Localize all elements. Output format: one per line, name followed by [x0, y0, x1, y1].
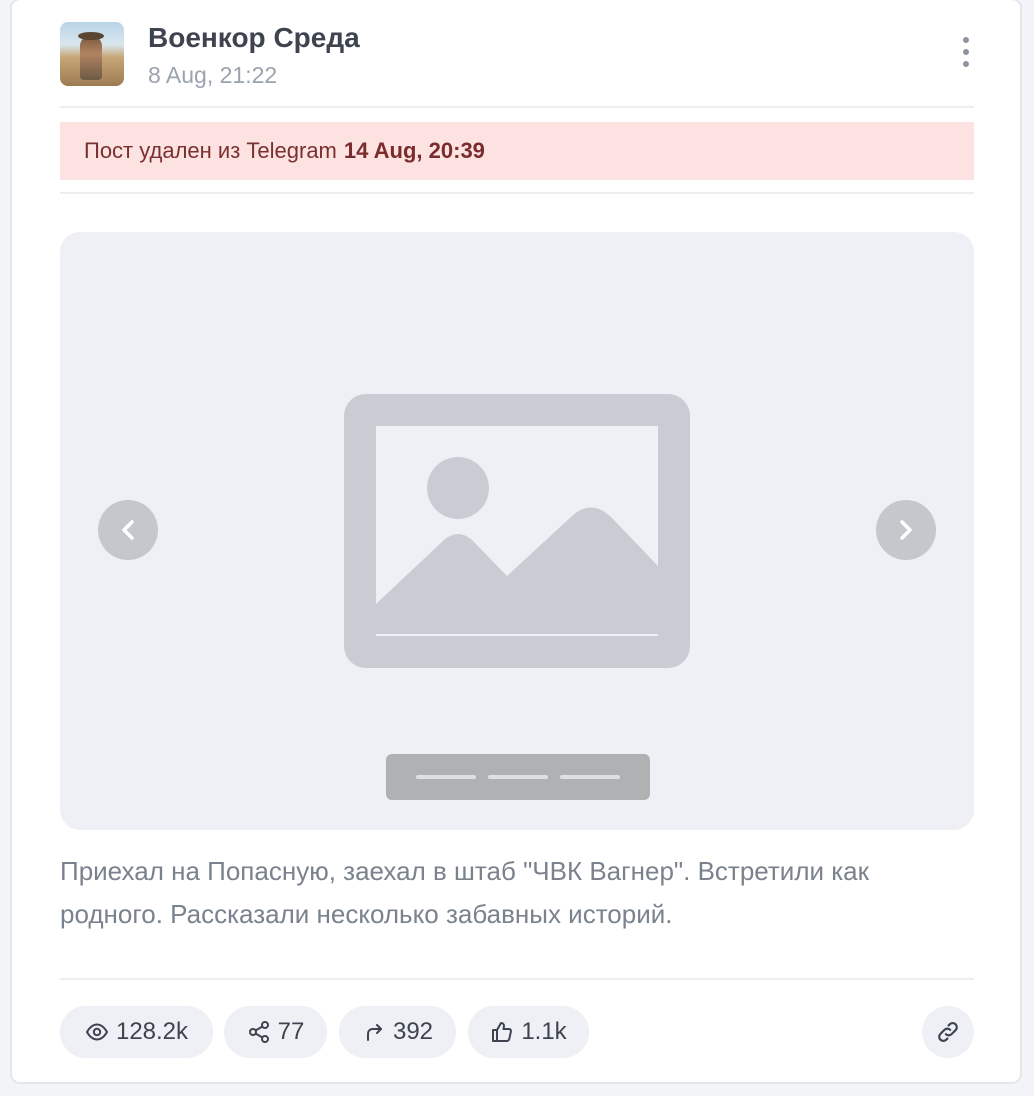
link-icon: [938, 1022, 958, 1042]
post-card: Военкор Среда 8 Aug, 21:22 Пост удален и…: [10, 0, 1022, 1084]
likes-counter[interactable]: 1.1k: [468, 1006, 589, 1058]
pager-dot-3[interactable]: [560, 775, 620, 779]
forwards-count: 392: [392, 1018, 434, 1045]
thumbs-up-icon: [492, 1022, 513, 1042]
eye-icon: [85, 1023, 109, 1041]
avatar-figure: [80, 36, 102, 80]
header-divider: [60, 106, 974, 108]
forward-arrow-icon: [366, 1024, 382, 1041]
chevron-right-icon: [900, 520, 912, 540]
share-nodes-icon: [248, 1021, 269, 1043]
carousel-pager: [386, 754, 650, 800]
channel-avatar[interactable]: [60, 22, 124, 86]
carousel-prev-button[interactable]: [98, 500, 158, 560]
deleted-notice-banner: Пост удален из Telegram 14 Aug, 20:39: [60, 122, 974, 180]
carousel-next-button[interactable]: [876, 500, 936, 560]
pager-dot-2[interactable]: [488, 775, 548, 779]
views-counter[interactable]: 128.2k: [60, 1006, 213, 1058]
post-stats: 128.2k 77 392 1.1k: [60, 1006, 974, 1058]
more-vertical-icon: [963, 37, 969, 43]
post-date[interactable]: 8 Aug, 21:22: [148, 62, 277, 89]
image-placeholder-icon: [344, 394, 690, 668]
more-vertical-icon-dot: [963, 61, 969, 67]
deleted-notice-text: Пост удален из Telegram: [84, 138, 337, 163]
views-count: 128.2k: [115, 1018, 189, 1045]
post-header: Военкор Среда 8 Aug, 21:22: [60, 22, 974, 89]
chevron-left-icon: [122, 520, 134, 540]
post-text: Приехал на Попасную, заехал в штаб "ЧВК …: [60, 856, 870, 929]
banner-divider: [60, 192, 974, 194]
shares-count: 77: [277, 1018, 305, 1045]
likes-count: 1.1k: [521, 1018, 567, 1045]
copy-link-button[interactable]: [922, 1006, 974, 1058]
avatar-hat: [78, 32, 104, 40]
more-vertical-icon-dot: [963, 49, 969, 55]
channel-name[interactable]: Военкор Среда: [148, 22, 360, 54]
footer-divider: [60, 978, 974, 980]
forwards-counter[interactable]: 392: [339, 1006, 456, 1058]
shares-counter[interactable]: 77: [224, 1006, 327, 1058]
deleted-notice-timestamp: 14 Aug, 20:39: [343, 138, 485, 163]
more-menu-button[interactable]: [952, 32, 980, 72]
pager-dot-1[interactable]: [416, 775, 476, 779]
media-carousel[interactable]: [60, 232, 974, 830]
